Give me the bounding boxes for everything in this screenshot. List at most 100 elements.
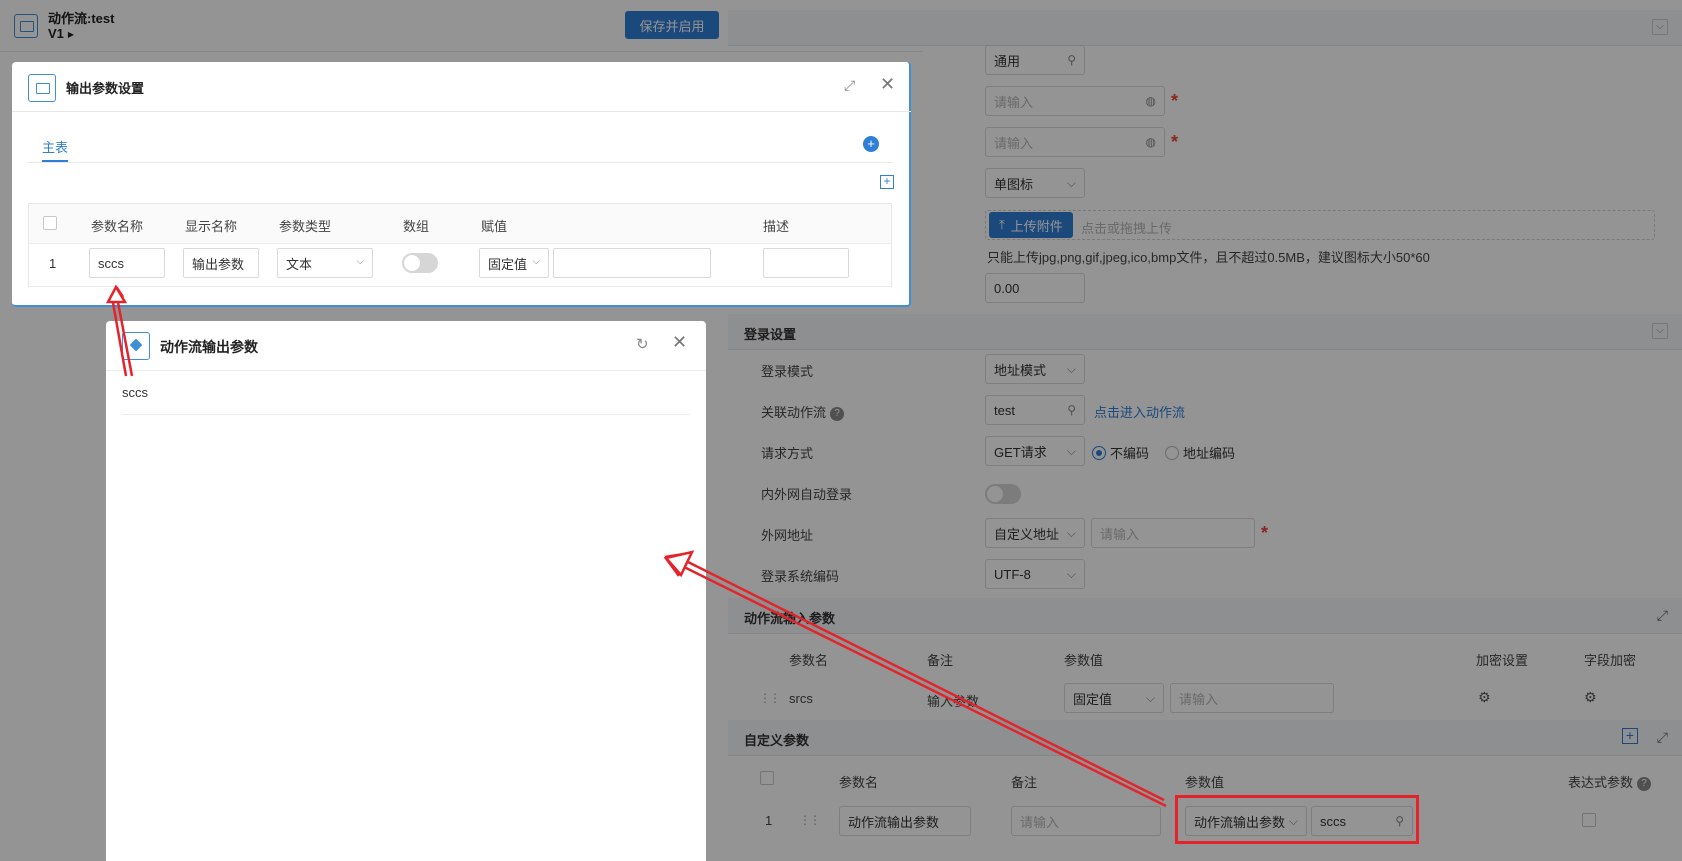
related-flow-label-wrap: 关联动作流?: [761, 402, 845, 421]
login-mode-select[interactable]: 地址模式 ⌵: [985, 354, 1085, 384]
add-param-icon[interactable]: +: [1622, 728, 1638, 744]
select-all-checkbox[interactable]: [43, 216, 57, 230]
version-label: V1: [48, 26, 64, 41]
auto-login-label: 内外网自动登录: [761, 487, 853, 502]
custom-param-name-input[interactable]: 动作流输出参数: [839, 806, 971, 836]
param-name-input[interactable]: sccs: [89, 248, 165, 278]
output-params-table: 参数名称 显示名称 参数类型 数组 赋值 描述 1 sccs 输出参数 文本 ⌵ …: [28, 203, 892, 287]
select-all-checkbox[interactable]: [760, 771, 774, 785]
login-settings-title: 登录设置: [744, 327, 797, 342]
upload-hint: 点击或拖拽上传: [1081, 221, 1173, 236]
col-param-name: 参数名: [789, 653, 829, 668]
assign-value-input[interactable]: [553, 248, 711, 278]
encoding-value: UTF-8: [994, 566, 1031, 582]
add-row-icon[interactable]: +: [880, 175, 894, 189]
col-custom-param-name: 参数名: [839, 775, 879, 790]
close-icon[interactable]: ✕: [880, 74, 895, 95]
sort-value: 0.00: [994, 280, 1020, 296]
category-select[interactable]: 通用 ⚲: [985, 45, 1085, 75]
col-expression-wrap: 表达式参数?: [1568, 772, 1652, 791]
custom-param-remark-input[interactable]: 请输入: [1011, 806, 1161, 836]
enter-flow-link[interactable]: 点击进入动作流: [1094, 402, 1185, 421]
fullscreen-icon[interactable]: ⤢: [1657, 729, 1668, 746]
globe-icon[interactable]: ◍: [1146, 94, 1156, 108]
param-type-select[interactable]: 文本 ⌵: [277, 248, 373, 278]
required-mark: *: [1261, 523, 1269, 543]
input-param-value-type[interactable]: 固定值 ⌵: [1064, 683, 1164, 713]
related-flow-select[interactable]: test ⚲: [985, 395, 1085, 425]
external-addr-label: 外网地址: [761, 528, 814, 543]
chevron-down-icon: ⌵: [1066, 526, 1076, 540]
refresh-icon[interactable]: ↻: [636, 335, 649, 353]
name-input[interactable]: 请输入 ◍: [985, 86, 1165, 116]
assign-type-select[interactable]: 固定值 ⌵: [479, 248, 549, 278]
basic-section-bar: ⌵: [728, 10, 1682, 46]
upload-button-label: 上传附件: [1010, 218, 1063, 234]
collapse-icon[interactable]: ⌵: [1652, 323, 1668, 339]
display-name-input[interactable]: 输出参数: [183, 248, 259, 278]
tab-main[interactable]: 主表: [42, 137, 68, 156]
help-icon[interactable]: ?: [1637, 776, 1652, 791]
col-array: 数组: [403, 219, 430, 234]
assign-type-value: 固定值: [488, 256, 528, 272]
help-icon[interactable]: ?: [830, 406, 845, 421]
icon-type-select[interactable]: 单图标 ⌵: [985, 168, 1085, 198]
encoding-select[interactable]: UTF-8 ⌵: [985, 559, 1085, 589]
flow-input-params-bar: 动作流输入参数 ⤢: [728, 598, 1682, 634]
login-mode-label: 登录模式: [761, 364, 814, 379]
tabs-divider: [28, 162, 892, 163]
close-icon[interactable]: ✕: [672, 332, 687, 353]
add-tab-icon[interactable]: +: [863, 136, 879, 152]
auto-login-toggle[interactable]: [985, 484, 1021, 504]
drag-handle-icon[interactable]: ⋮⋮: [799, 813, 821, 827]
modal-title: 输出参数设置: [66, 81, 145, 96]
modal-header: 动作流输出参数 ↻ ✕: [106, 321, 706, 371]
description-input[interactable]: [763, 248, 849, 278]
param-name-value: sccs: [98, 255, 124, 271]
external-addr-input[interactable]: 请输入: [1091, 518, 1255, 548]
fullscreen-icon[interactable]: ⤢: [1657, 607, 1668, 624]
login-settings-bar: 登录设置 ⌵: [728, 314, 1682, 350]
collapse-icon[interactable]: ⌵: [1652, 19, 1668, 35]
request-method-select[interactable]: GET请求 ⌵: [985, 436, 1085, 466]
input-param-value-input[interactable]: 请输入: [1170, 683, 1334, 713]
chevron-down-icon: ⌵: [1066, 362, 1076, 376]
flow-input-params-title: 动作流输入参数: [744, 611, 836, 626]
input-param-value-type-text: 固定值: [1073, 691, 1113, 707]
radio-no-encode[interactable]: 不编码: [1092, 443, 1149, 462]
drag-handle-icon[interactable]: ⋮⋮: [759, 691, 781, 705]
custom-row-index: 1: [765, 813, 773, 828]
radio-addr-encode[interactable]: 地址编码: [1165, 443, 1235, 462]
globe-icon[interactable]: ◍: [1146, 135, 1156, 149]
save-and-enable-button[interactable]: 保存并启用: [625, 11, 719, 39]
col-param-value: 参数值: [1064, 653, 1104, 668]
sort-input[interactable]: 0.00: [985, 273, 1085, 303]
name-placeholder: 请输入: [994, 94, 1034, 110]
expression-checkbox[interactable]: [1582, 813, 1596, 827]
radio-no-encode-label: 不编码: [1110, 446, 1150, 461]
array-toggle[interactable]: [402, 253, 438, 273]
display-name-value: 输出参数: [192, 256, 245, 272]
search-icon: ⚲: [1067, 53, 1076, 67]
field-encrypt-gear-icon[interactable]: ⚙: [1584, 689, 1597, 706]
category-value: 通用: [994, 53, 1021, 69]
chevron-down-icon: ⌵: [356, 256, 364, 267]
flow-output-params-modal: 动作流输出参数 ↻ ✕ sccs: [106, 321, 706, 861]
modal-header: 输出参数设置 ⤢ ✕: [12, 62, 911, 112]
col-expression: 表达式参数: [1568, 775, 1634, 790]
upload-button[interactable]: ⤒ 上传附件: [989, 212, 1073, 238]
request-method-value: GET请求: [994, 444, 1047, 460]
input-param-value-placeholder: 请输入: [1179, 691, 1219, 707]
radio-addr-encode-label: 地址编码: [1183, 446, 1236, 461]
external-addr-type-select[interactable]: 自定义地址 ⌵: [985, 518, 1085, 548]
required-mark: *: [1171, 91, 1179, 111]
encrypt-settings-gear-icon[interactable]: ⚙: [1478, 689, 1491, 706]
col-param-name: 参数名称: [91, 219, 144, 234]
layers-icon: [122, 332, 150, 360]
version-selector[interactable]: V1 ▶: [48, 26, 74, 41]
col-encrypt-settings: 加密设置: [1476, 653, 1529, 668]
related-flow-value: test: [994, 402, 1015, 418]
code-input[interactable]: 请输入 ◍: [985, 127, 1165, 157]
maximize-icon[interactable]: ⤢: [844, 77, 855, 94]
list-item[interactable]: sccs: [122, 385, 148, 400]
